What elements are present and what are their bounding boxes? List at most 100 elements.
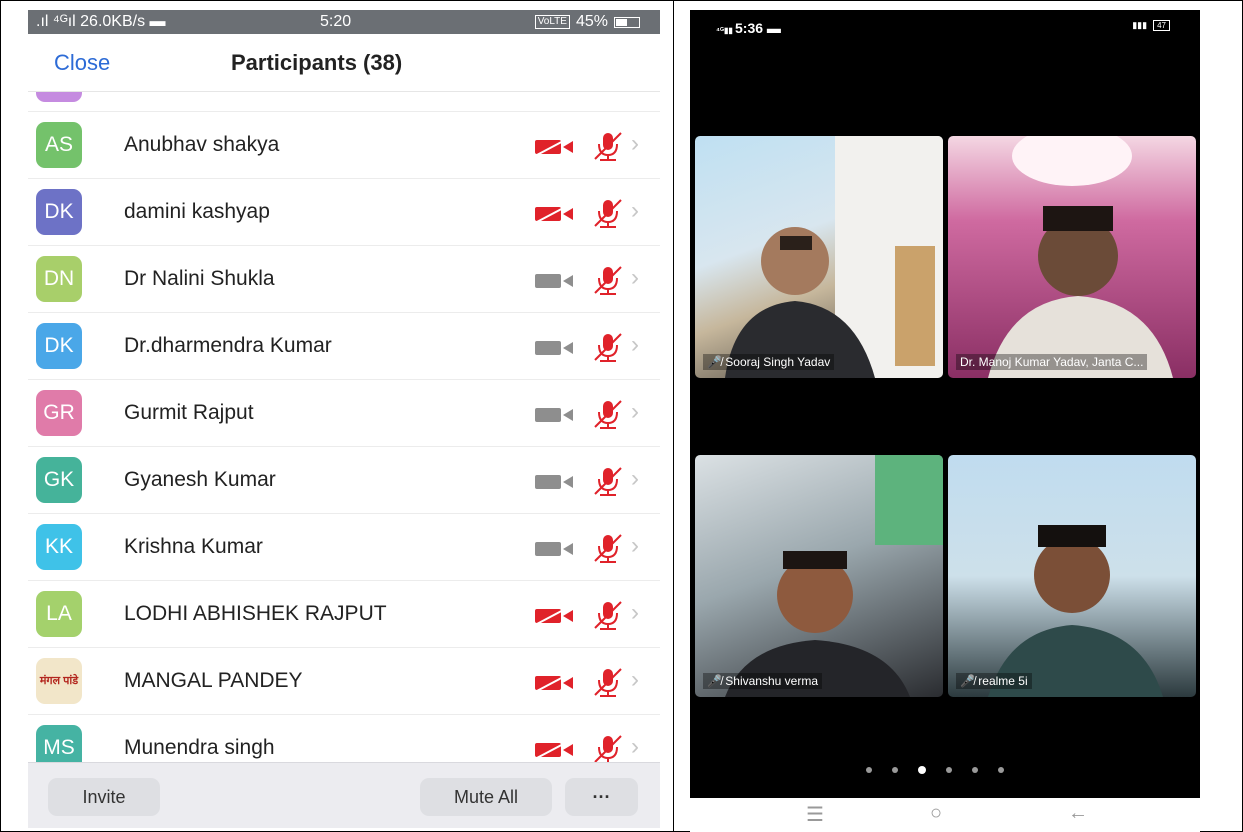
video-icon[interactable] bbox=[533, 204, 577, 224]
list-item-partial bbox=[28, 92, 660, 112]
avatar: DK bbox=[36, 323, 82, 369]
mic-muted-icon[interactable] bbox=[591, 263, 625, 297]
participant-list: AS Anubhav shakya › DK damini kashyap › DN Dr N… bbox=[28, 112, 660, 782]
participant-name: Krishna Kumar bbox=[124, 535, 263, 558]
participant-row[interactable]: DK damini kashyap › bbox=[28, 179, 660, 246]
mic-muted-icon[interactable] bbox=[591, 665, 625, 699]
mic-muted-icon[interactable] bbox=[591, 598, 625, 632]
video-icon[interactable] bbox=[533, 137, 577, 157]
mic-muted-icon[interactable] bbox=[591, 330, 625, 364]
participant-name: MANGAL PANDEY bbox=[124, 669, 303, 692]
status-network: .ıl ⁴ᴳıl 26.0KB/s ▬ bbox=[36, 13, 166, 30]
bottom-toolbar: Invite Mute All ··· bbox=[28, 762, 660, 828]
page-indicator[interactable] bbox=[866, 766, 1004, 774]
close-button[interactable]: Close bbox=[54, 50, 110, 76]
video-feed bbox=[725, 136, 943, 378]
mute-all-button[interactable]: Mute All bbox=[420, 778, 552, 816]
chevron-right-icon[interactable]: › bbox=[631, 532, 639, 560]
avatar: KK bbox=[36, 524, 82, 570]
invite-button[interactable]: Invite bbox=[48, 778, 160, 816]
page-dot[interactable] bbox=[972, 767, 978, 773]
table-divider bbox=[673, 0, 674, 832]
video-gallery-screen: ⁴ᴳ▮▮ 5:36 ▬ ▮▮▮ 47 🎤̸ Sooraj Singh Yadav … bbox=[690, 10, 1200, 798]
menu-icon[interactable]: ☰ bbox=[806, 802, 824, 827]
chevron-right-icon[interactable]: › bbox=[631, 264, 639, 292]
video-tile[interactable]: 🎤̸ realme 5i bbox=[948, 455, 1196, 697]
participant-row[interactable]: मंगल पांडे MANGAL PANDEY › bbox=[28, 648, 660, 715]
participant-name: Gyanesh Kumar bbox=[124, 468, 276, 491]
participant-name: Gurmit Rajput bbox=[124, 401, 254, 424]
screenshot-frame: .ıl ⁴ᴳıl 26.0KB/s ▬ 5:20 VoLTE 45% Close… bbox=[0, 0, 1243, 832]
back-icon[interactable]: ← bbox=[1068, 802, 1088, 825]
status-time-right: ⁴ᴳ▮▮ 5:36 ▬ bbox=[716, 20, 781, 36]
mic-muted-icon[interactable] bbox=[591, 196, 625, 230]
page-title: Participants (38) bbox=[231, 50, 403, 75]
video-icon[interactable] bbox=[533, 740, 577, 760]
participant-name: Dr.dharmendra Kumar bbox=[124, 334, 332, 357]
video-icon[interactable] bbox=[533, 338, 577, 358]
android-nav-bar: ☰ ○ ← bbox=[690, 798, 1200, 832]
status-bar: .ıl ⁴ᴳıl 26.0KB/s ▬ 5:20 VoLTE 45% bbox=[28, 10, 660, 34]
participant-row[interactable]: AS Anubhav shakya › bbox=[28, 112, 660, 179]
chevron-right-icon[interactable]: › bbox=[631, 398, 639, 426]
chevron-right-icon[interactable]: › bbox=[631, 733, 639, 761]
page-dot[interactable] bbox=[892, 767, 898, 773]
volte-badge: VoLTE bbox=[534, 15, 570, 29]
participant-row[interactable]: GK Gyanesh Kumar › bbox=[28, 447, 660, 514]
avatar: GR bbox=[36, 390, 82, 436]
participant-row[interactable]: LA LODHI ABHISHEK RAJPUT › bbox=[28, 581, 660, 648]
more-button[interactable]: ··· bbox=[565, 778, 638, 816]
video-tile[interactable]: 🎤̸ Sooraj Singh Yadav bbox=[695, 136, 943, 378]
video-feed bbox=[725, 455, 943, 697]
participant-name: Dr Nalini Shukla bbox=[124, 267, 275, 290]
video-icon[interactable] bbox=[533, 472, 577, 492]
participant-name: LODHI ABHISHEK RAJPUT bbox=[124, 602, 387, 625]
chevron-right-icon[interactable]: › bbox=[631, 130, 639, 158]
page-dot[interactable] bbox=[946, 767, 952, 773]
page-dot[interactable] bbox=[998, 767, 1004, 773]
avatar: DN bbox=[36, 256, 82, 302]
chevron-right-icon[interactable]: › bbox=[631, 197, 639, 225]
mic-muted-icon[interactable] bbox=[591, 531, 625, 565]
battery-percent: 45% bbox=[575, 13, 608, 30]
battery-icon bbox=[614, 16, 640, 28]
avatar: DK bbox=[36, 189, 82, 235]
mic-muted-icon[interactable] bbox=[591, 464, 625, 498]
chevron-right-icon[interactable]: › bbox=[631, 331, 639, 359]
home-icon[interactable]: ○ bbox=[930, 802, 942, 825]
video-tile[interactable]: Dr. Manoj Kumar Yadav, Janta C... bbox=[948, 136, 1196, 378]
participant-label: Dr. Manoj Kumar Yadav, Janta C... bbox=[956, 354, 1148, 370]
video-icon[interactable] bbox=[533, 539, 577, 559]
status-icons-right: ▮▮▮ 47 bbox=[1132, 20, 1170, 31]
video-feed bbox=[988, 136, 1173, 378]
mic-muted-icon[interactable] bbox=[591, 129, 625, 163]
participant-name: damini kashyap bbox=[124, 200, 270, 223]
video-icon[interactable] bbox=[533, 405, 577, 425]
status-time: 5:20 bbox=[320, 13, 352, 30]
video-icon[interactable] bbox=[533, 271, 577, 291]
video-tile[interactable]: 🎤̸ Shivanshu verma bbox=[695, 455, 943, 697]
participants-screen: .ıl ⁴ᴳıl 26.0KB/s ▬ 5:20 VoLTE 45% Close… bbox=[28, 10, 660, 828]
page-dot[interactable] bbox=[866, 767, 872, 773]
participant-row[interactable]: DK Dr.dharmendra Kumar › bbox=[28, 313, 660, 380]
avatar: AS bbox=[36, 122, 82, 168]
avatar: GK bbox=[36, 457, 82, 503]
participant-row[interactable]: GR Gurmit Rajput › bbox=[28, 380, 660, 447]
participant-row[interactable]: KK Krishna Kumar › bbox=[28, 514, 660, 581]
page-dot[interactable] bbox=[918, 766, 926, 774]
chevron-right-icon[interactable]: › bbox=[631, 666, 639, 694]
mic-muted-icon[interactable] bbox=[591, 397, 625, 431]
chevron-right-icon[interactable]: › bbox=[631, 599, 639, 627]
mic-muted-icon[interactable] bbox=[591, 732, 625, 766]
video-icon[interactable] bbox=[533, 673, 577, 693]
participant-label: 🎤̸ realme 5i bbox=[956, 673, 1032, 689]
participant-name: Anubhav shakya bbox=[124, 133, 280, 156]
avatar: LA bbox=[36, 591, 82, 637]
video-feed bbox=[988, 525, 1163, 697]
chevron-right-icon[interactable]: › bbox=[631, 465, 639, 493]
avatar-image: मंगल पांडे bbox=[36, 658, 82, 704]
header: Close Participants (38) bbox=[28, 34, 660, 92]
video-icon[interactable] bbox=[533, 606, 577, 626]
participant-label: 🎤̸ Sooraj Singh Yadav bbox=[703, 354, 835, 370]
participant-row[interactable]: DN Dr Nalini Shukla › bbox=[28, 246, 660, 313]
